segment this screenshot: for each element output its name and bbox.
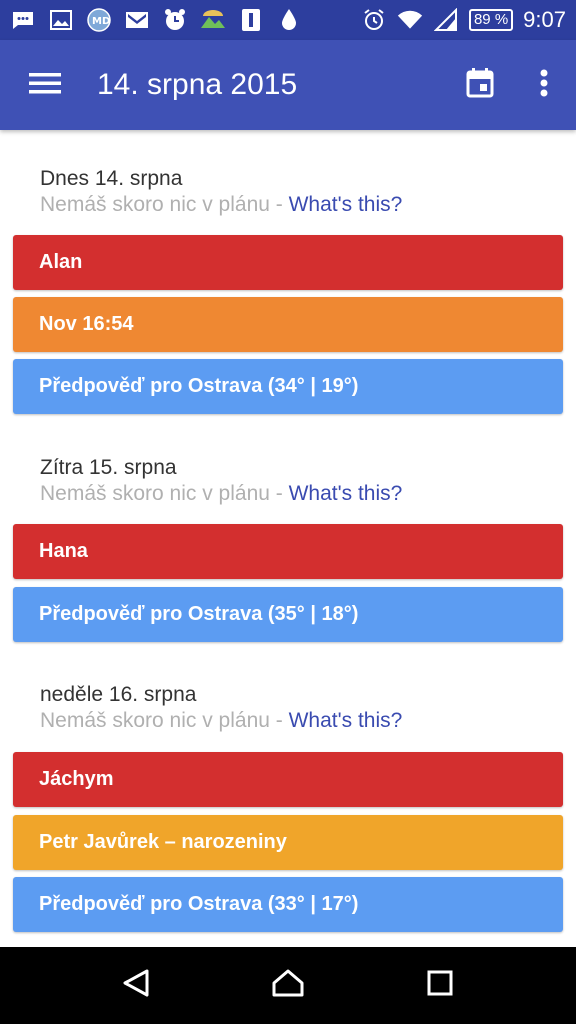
event-item[interactable]: Nov 16:54 <box>13 297 563 352</box>
whats-this-link[interactable]: What's this? <box>289 709 403 732</box>
day-summary: Nemáš skoro nic v plánu - What's this? <box>40 192 402 218</box>
day-title: neděle 16. srpna <box>40 683 197 706</box>
water-drop-icon <box>276 8 302 32</box>
status-bar: MD 89 % 9:07 <box>0 0 576 40</box>
menu-button[interactable] <box>0 40 90 130</box>
wifi-icon <box>397 8 423 32</box>
weather-event-item[interactable]: Předpověď pro Ostrava (35° | 18°) <box>13 587 563 642</box>
navigation-bar <box>0 947 576 1024</box>
day-summary: Nemáš skoro nic v plánu - What's this? <box>40 708 402 734</box>
day-title: Zítra 15. srpna <box>40 456 177 479</box>
alarm-icon <box>361 8 387 32</box>
day-summary-text: Nemáš skoro nic v plánu - <box>40 709 289 732</box>
day-header: neděle 16. srpna Nemáš skoro nic v plánu… <box>0 682 402 734</box>
weather-event-item[interactable]: Předpověď pro Ostrava (33° | 17°) <box>13 877 563 932</box>
system-status: 89 % 9:07 <box>361 7 566 33</box>
event-item[interactable]: Petr Javůrek – narozeniny <box>13 815 563 870</box>
day-summary-text: Nemáš skoro nic v plánu - <box>40 193 289 216</box>
landscape-icon <box>200 8 226 32</box>
home-icon <box>271 968 305 1003</box>
more-vert-icon <box>540 69 548 102</box>
day-summary-text: Nemáš skoro nic v plánu - <box>40 482 289 505</box>
alarm-app-icon <box>162 8 188 32</box>
sim-icon <box>238 8 264 32</box>
menu-icon <box>29 71 61 100</box>
app-icon: MD <box>86 8 112 32</box>
recents-icon <box>426 969 454 1002</box>
day-title: Dnes 14. srpna <box>40 167 183 190</box>
back-icon <box>121 968 151 1003</box>
overflow-menu-button[interactable] <box>512 40 576 130</box>
day-header: Dnes 14. srpna Nemáš skoro nic v plánu -… <box>0 166 402 218</box>
day-summary: Nemáš skoro nic v plánu - What's this? <box>40 481 402 507</box>
whats-this-link[interactable]: What's this? <box>289 482 403 505</box>
svg-text:MD: MD <box>92 16 110 27</box>
message-icon <box>10 8 36 32</box>
notification-icons: MD <box>10 8 361 32</box>
event-item[interactable]: Hana <box>13 524 563 579</box>
app-bar: 14. srpna 2015 <box>0 40 576 130</box>
back-button[interactable] <box>106 956 166 1016</box>
weather-event-item[interactable]: Předpověď pro Ostrava (34° | 19°) <box>13 359 563 414</box>
signal-icon <box>433 8 459 32</box>
event-item[interactable]: Alan <box>13 235 563 290</box>
gmail-icon <box>124 8 150 32</box>
event-item[interactable]: Jáchym <box>13 752 563 807</box>
calendar-today-icon <box>466 67 494 103</box>
day-header: Zítra 15. srpna Nemáš skoro nic v plánu … <box>0 455 402 507</box>
home-button[interactable] <box>258 956 318 1016</box>
page-title[interactable]: 14. srpna 2015 <box>90 68 448 102</box>
clock: 9:07 <box>523 7 566 32</box>
today-button[interactable] <box>448 40 512 130</box>
recents-button[interactable] <box>410 956 470 1016</box>
battery-icon: 89 % <box>468 9 514 31</box>
image-icon <box>48 8 74 32</box>
agenda-list: Dnes 14. srpna Nemáš skoro nic v plánu -… <box>0 130 576 947</box>
whats-this-link[interactable]: What's this? <box>289 193 403 216</box>
